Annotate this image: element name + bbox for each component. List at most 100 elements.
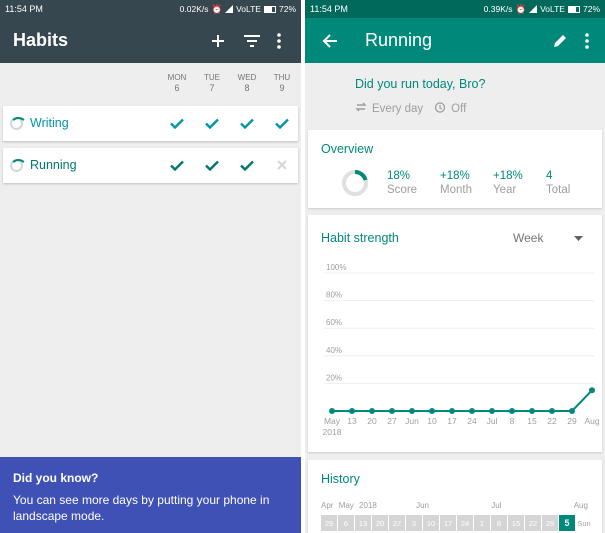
history-cell[interactable]: 29 bbox=[321, 515, 337, 531]
history-cell[interactable]: 22 bbox=[525, 515, 541, 531]
data-point bbox=[569, 408, 575, 414]
status-time: 11:54 PM bbox=[5, 4, 43, 14]
x-tick-label: 29 bbox=[567, 416, 577, 426]
reminder-label: Off bbox=[451, 102, 467, 115]
status-network: VoLTE bbox=[236, 4, 261, 14]
page-title: Habits bbox=[13, 30, 69, 50]
add-icon[interactable] bbox=[201, 24, 235, 58]
check-icon[interactable] bbox=[272, 114, 292, 132]
habit-name: Writing bbox=[30, 116, 69, 130]
history-cell[interactable]: 27 bbox=[389, 515, 405, 531]
day-column-header: THU 9 bbox=[273, 73, 291, 93]
data-point bbox=[529, 408, 535, 414]
battery-icon bbox=[567, 5, 580, 13]
check-icon[interactable] bbox=[202, 114, 222, 132]
month-label: Jun bbox=[416, 501, 429, 510]
status-battery: 72% bbox=[278, 4, 296, 14]
day-column-header: MON 6 bbox=[167, 73, 187, 93]
habit-row-writing[interactable]: Writing bbox=[3, 106, 298, 141]
more-vert-icon[interactable] bbox=[269, 24, 289, 58]
check-icon[interactable] bbox=[237, 114, 257, 132]
history-cell[interactable]: 10 bbox=[423, 515, 439, 531]
history-card: History Apr May 2018 Jun Jul Aug 29 6 13… bbox=[308, 460, 602, 533]
history-cell[interactable]: 1 bbox=[474, 515, 490, 531]
habit-row-running[interactable]: Running bbox=[3, 148, 298, 183]
data-point bbox=[349, 408, 355, 414]
history-cell[interactable]: 13 bbox=[355, 515, 371, 531]
x-tick-label: Jun bbox=[405, 416, 419, 426]
back-arrow-icon[interactable] bbox=[313, 24, 347, 58]
more-vert-icon[interactable] bbox=[577, 24, 597, 58]
habits-screen: 11:54 PM 0.02K/s ⏰ VoLTE 72% Habits MON 6… bbox=[0, 0, 301, 533]
history-month-labels: Apr May 2018 Jun Jul Aug bbox=[321, 501, 588, 510]
month-label: Apr bbox=[321, 501, 334, 510]
days-header: MON 6 TUE 7 WED 8 THU 9 bbox=[0, 63, 301, 100]
status-speed: 0.02K/s bbox=[179, 4, 209, 14]
month-label: 2018 bbox=[359, 501, 377, 510]
y-tick-label: 100% bbox=[326, 263, 346, 272]
edit-icon[interactable] bbox=[543, 24, 577, 58]
cross-icon[interactable] bbox=[272, 156, 292, 174]
did-you-know-banner[interactable]: Did you know? You can see more days by p… bbox=[0, 457, 301, 533]
history-cell[interactable]: 8 bbox=[491, 515, 507, 531]
app-bar: Habits bbox=[0, 18, 301, 63]
check-icon[interactable] bbox=[237, 156, 257, 174]
history-cell-today[interactable]: 5 bbox=[559, 515, 575, 531]
data-point bbox=[429, 408, 435, 414]
check-icon[interactable] bbox=[167, 156, 187, 174]
signal-icon bbox=[529, 5, 538, 13]
filter-icon[interactable] bbox=[235, 24, 269, 58]
stat-month: +18% Month bbox=[440, 170, 472, 196]
stat-score: 18% Score bbox=[387, 170, 418, 196]
x-tick-label: 8 bbox=[510, 416, 515, 426]
x-tick-label: May bbox=[324, 416, 341, 426]
status-bar: 11:54 PM 0.02K/s ⏰ VoLTE 72% bbox=[0, 0, 301, 18]
data-point bbox=[589, 387, 595, 394]
history-cell[interactable]: 29 bbox=[542, 515, 558, 531]
status-bar: 11:54 PM 0.39K/s ⏰ VoLTE 72% bbox=[305, 0, 605, 18]
y-tick-label: 40% bbox=[326, 346, 342, 355]
x-tick-label: 17 bbox=[447, 416, 457, 426]
data-point bbox=[469, 408, 475, 414]
day-column-header: TUE 7 bbox=[204, 73, 220, 93]
repeat-icon bbox=[355, 101, 367, 116]
habit-strength-card: Habit strength Week 100% 80% 60% 40% 20% May 1… bbox=[308, 215, 602, 452]
history-cell[interactable]: 20 bbox=[372, 515, 388, 531]
overview-title: Overview bbox=[321, 142, 374, 156]
check-icon[interactable] bbox=[202, 156, 222, 174]
y-tick-label: 60% bbox=[326, 318, 342, 327]
status-network: VoLTE bbox=[540, 4, 565, 14]
habit-name: Running bbox=[30, 158, 77, 172]
history-cell[interactable]: 17 bbox=[440, 515, 456, 531]
tip-text: You can see more days by putting your ph… bbox=[13, 493, 270, 523]
status-speed: 0.39K/s bbox=[483, 4, 513, 14]
weekday-label: Sun bbox=[577, 518, 591, 528]
data-point bbox=[449, 408, 455, 414]
x-tick-label: 24 bbox=[467, 416, 477, 426]
check-icon[interactable] bbox=[167, 114, 187, 132]
battery-icon bbox=[263, 5, 276, 13]
x-tick-label: 22 bbox=[547, 416, 557, 426]
frequency-label: Every day bbox=[372, 102, 424, 115]
alarm-clock-icon bbox=[434, 101, 446, 116]
history-cell[interactable]: 24 bbox=[457, 515, 473, 531]
habit-question-section: Did you run today, Bro? Every day Off bbox=[305, 63, 605, 127]
habit-strength-chart: 100% 80% 60% 40% 20% May 13 20 27 Jun 10 17 24 Jul 8 15… bbox=[323, 263, 600, 437]
x-tick-label: 20 bbox=[367, 416, 377, 426]
history-cell[interactable]: 15 bbox=[508, 515, 524, 531]
stat-year: +18% Year bbox=[493, 170, 523, 196]
app-bar: Running bbox=[305, 18, 605, 63]
history-cell[interactable]: 3 bbox=[406, 515, 422, 531]
history-title: History bbox=[321, 472, 360, 486]
month-label: Aug bbox=[573, 501, 588, 510]
data-point bbox=[329, 408, 335, 414]
status-time: 11:54 PM bbox=[310, 4, 348, 14]
habit-meta: Every day Off bbox=[355, 101, 466, 116]
y-tick-label: 20% bbox=[326, 373, 342, 382]
series-line bbox=[332, 389, 593, 412]
alarm-icon: ⏰ bbox=[211, 3, 223, 14]
signal-icon bbox=[225, 5, 234, 13]
history-cell[interactable]: 6 bbox=[338, 515, 354, 531]
alarm-icon: ⏰ bbox=[515, 3, 527, 14]
overview-card: Overview 18% Score +18% Month +18% Year … bbox=[308, 130, 602, 208]
